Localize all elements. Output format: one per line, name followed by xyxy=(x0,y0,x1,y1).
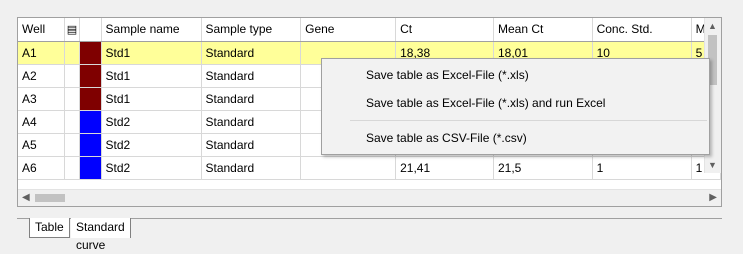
column-header-mean-ct[interactable]: Mean Ct xyxy=(493,18,593,42)
cell-sample-type: Standard xyxy=(201,41,302,65)
menu-item-save-csv[interactable]: Save table as CSV-File (*.csv) xyxy=(322,127,709,149)
column-header-sample-name[interactable]: Sample name xyxy=(101,18,202,42)
cell-well: A6 xyxy=(18,156,65,180)
cell-well: A5 xyxy=(18,133,65,157)
scroll-right-icon[interactable]: ▶ xyxy=(709,192,717,203)
cell-gene xyxy=(300,156,397,180)
tab-table[interactable]: Table xyxy=(29,218,70,238)
column-header-gene[interactable]: Gene xyxy=(300,18,397,42)
cell-sample-name: Std1 xyxy=(101,41,202,65)
cell-color-swatch xyxy=(79,110,102,134)
cell-sample-name: Std1 xyxy=(101,87,202,111)
cell-sample-type: Standard xyxy=(201,133,302,157)
scroll-up-icon[interactable]: ▲ xyxy=(708,21,717,31)
cell-sample-name: Std2 xyxy=(101,133,202,157)
cell-sample-type: Standard xyxy=(201,64,302,88)
cell-color-swatch xyxy=(79,87,102,111)
cell-spacer xyxy=(64,110,81,134)
cell-color-swatch xyxy=(79,133,102,157)
cell-mean-ct: 21,5 xyxy=(493,156,593,180)
sample-color-swatch xyxy=(80,156,101,178)
column-header-well[interactable]: Well xyxy=(18,18,65,42)
sample-color-swatch xyxy=(80,87,101,109)
sample-color-swatch xyxy=(80,64,101,86)
cell-spacer xyxy=(64,41,81,65)
cell-spacer xyxy=(64,133,81,157)
cell-well: A3 xyxy=(18,87,65,111)
sample-color-swatch xyxy=(80,110,101,132)
cell-spacer xyxy=(64,64,81,88)
horizontal-scrollbar[interactable]: ◀ ▶ xyxy=(18,189,721,206)
cell-sample-type: Standard xyxy=(201,87,302,111)
cell-sample-name: Std2 xyxy=(101,156,202,180)
tab-standard-curve[interactable]: Standard curve xyxy=(71,218,131,252)
cell-well: A2 xyxy=(18,64,65,88)
menu-item-save-xls-run-excel[interactable]: Save table as Excel-File (*.xls) and run… xyxy=(322,92,709,114)
cell-spacer xyxy=(64,87,81,111)
table-header-row: Well ▤ Sample name Sample type Gene Ct M… xyxy=(18,18,721,42)
column-header-ct[interactable]: Ct xyxy=(395,18,494,42)
scroll-left-icon[interactable]: ◀ xyxy=(22,192,30,203)
sample-color-swatch xyxy=(80,133,101,155)
table-row[interactable]: A6 Std2 Standard 21,41 21,5 1 1 xyxy=(18,156,721,180)
horizontal-scroll-thumb[interactable] xyxy=(35,194,65,202)
cell-sample-type: Standard xyxy=(201,156,302,180)
cell-ct: 21,41 xyxy=(395,156,494,180)
cell-spacer xyxy=(64,156,81,180)
cell-well: A4 xyxy=(18,110,65,134)
cell-conc-std: 1 xyxy=(592,156,692,180)
cell-color-swatch xyxy=(79,64,102,88)
cell-sample-name: Std2 xyxy=(101,110,202,134)
column-header-sample-type[interactable]: Sample type xyxy=(201,18,302,42)
column-header-conc-std[interactable]: Conc. Std. xyxy=(592,18,692,42)
cell-color-swatch xyxy=(79,156,102,180)
grid-settings-icon[interactable]: ▤ xyxy=(64,18,81,42)
cell-color-swatch xyxy=(79,41,102,65)
cell-well: A1 xyxy=(18,41,65,65)
scroll-down-icon[interactable]: ▼ xyxy=(708,160,717,170)
column-header-color[interactable] xyxy=(79,18,102,42)
cell-sample-type: Standard xyxy=(201,110,302,134)
menu-item-save-xls[interactable]: Save table as Excel-File (*.xls) xyxy=(322,64,709,86)
menu-separator xyxy=(350,120,707,121)
cell-sample-name: Std1 xyxy=(101,64,202,88)
sample-color-swatch xyxy=(80,41,101,63)
context-menu: Save table as Excel-File (*.xls) Save ta… xyxy=(321,58,710,155)
